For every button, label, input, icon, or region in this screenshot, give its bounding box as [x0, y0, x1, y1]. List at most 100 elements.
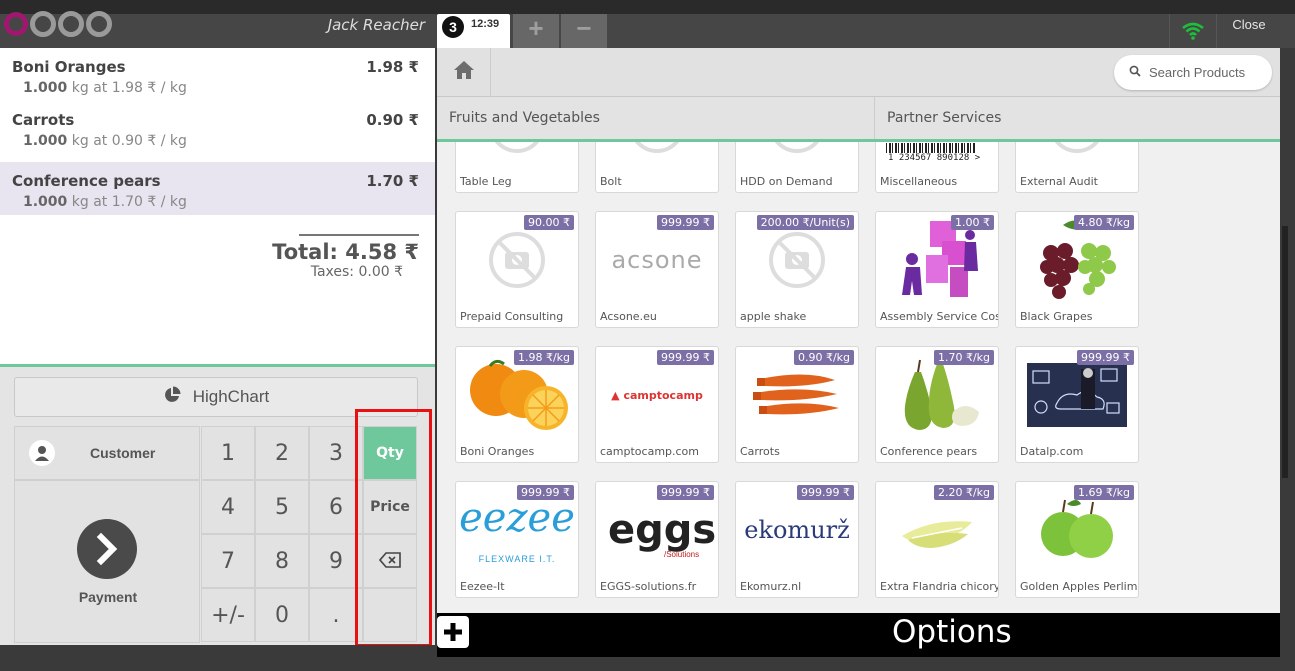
category-fruits-and-vegetables[interactable]: Fruits and Vegetables [437, 97, 874, 139]
search-input[interactable] [1149, 65, 1269, 80]
product-card[interactable]: Bolt [595, 142, 719, 193]
product-price-tag: 999.99 ₹ [797, 485, 854, 500]
product-card[interactable]: 999.99 ₹ Datalp.com [1015, 346, 1139, 463]
pos-app: Jack Reacher 3 12:39 + − Close Boni Oran… [0, 0, 1295, 671]
product-name: Carrots [740, 445, 780, 458]
order-line-detail: kg at 1.70 ₹ / kg [71, 194, 187, 210]
product-card[interactable]: 4.80 ₹/kg Black Grapes [1015, 211, 1139, 328]
product-card[interactable]: 1.00 ₹ Assembly Service Cost [875, 211, 999, 328]
order-line[interactable]: Boni Oranges 1.98 ₹ 1.000 kg at 1.98 ₹ /… [0, 48, 435, 101]
product-name: Table Leg [460, 175, 512, 188]
product-price-tag: 2.20 ₹/kg [933, 485, 994, 500]
scrollbar-thumb[interactable] [1282, 226, 1288, 478]
customer-button[interactable]: Customer [14, 426, 200, 480]
product-card[interactable]: 200.00 ₹/Unit(s) apple shake [735, 211, 859, 328]
product-name: Datalp.com [1020, 445, 1084, 458]
payment-label: Payment [78, 589, 138, 605]
product-name: Assembly Service Cost [880, 310, 999, 323]
product-card[interactable]: 1.70 ₹/kg Conference pears [875, 346, 999, 463]
product-card[interactable]: acsone 999.99 ₹ Acsone.eu [595, 211, 719, 328]
remove-order-button[interactable]: − [561, 14, 607, 48]
numpad-key-4[interactable]: 4 [201, 480, 255, 534]
order-taxes: Taxes: 0.00 ₹ [310, 264, 403, 280]
bottom-bar [0, 645, 437, 671]
numpad-key-1[interactable]: 1 [201, 426, 255, 480]
numpad-key-5[interactable]: 5 [255, 480, 309, 534]
product-card[interactable]: 2.20 ₹/kg Extra Flandria chicory [875, 481, 999, 598]
product-name: Ekomurz.nl [740, 580, 802, 593]
product-card[interactable]: 0.90 ₹/kg Carrots [735, 346, 859, 463]
product-price-tag: 1.98 ₹/kg [513, 350, 574, 365]
order-line[interactable]: Carrots 0.90 ₹ 1.000 kg at 0.90 ₹ / kg [0, 101, 435, 154]
order-line-price: 0.90 ₹ [366, 111, 419, 129]
numpad-key-2[interactable]: 2 [255, 426, 309, 480]
product-name: Prepaid Consulting [460, 310, 564, 323]
product-card[interactable]: Table Leg [455, 142, 579, 193]
order-line-detail: kg at 0.90 ₹ / kg [71, 133, 187, 149]
no-image-icon [738, 142, 856, 171]
product-name: Conference pears [880, 445, 978, 458]
product-card[interactable]: External Audit [1015, 142, 1139, 193]
product-card[interactable]: eezee FLEXWARE I.T. 999.99 ₹ Eezee-It [455, 481, 579, 598]
category-bar: Fruits and Vegetables Partner Services [437, 97, 1280, 142]
no-image-icon [1018, 142, 1136, 171]
product-price-tag: 200.00 ₹/Unit(s) [756, 215, 854, 230]
order-tab[interactable]: 3 12:39 [437, 14, 510, 48]
product-card[interactable]: 90.00 ₹ Prepaid Consulting [455, 211, 579, 328]
no-image-icon [458, 142, 576, 171]
product-price-tag: 999.99 ₹ [657, 215, 714, 230]
numpad-key-0[interactable]: 0 [255, 588, 309, 642]
category-partner-services[interactable]: Partner Services [874, 97, 1280, 139]
product-card[interactable]: ekomurž 999.99 ₹ Ekomurz.nl [735, 481, 859, 598]
no-image-icon [598, 142, 716, 171]
pie-chart-icon [163, 386, 181, 409]
home-icon [453, 60, 475, 85]
numpad-key-7[interactable]: 7 [201, 534, 255, 588]
numpad-key-sign[interactable]: +/- [201, 588, 255, 642]
order-line-price: 1.98 ₹ [366, 58, 419, 76]
product-card[interactable]: HDD on Demand [735, 142, 859, 193]
product-name: apple shake [740, 310, 807, 323]
plus-icon[interactable] [437, 616, 469, 648]
product-name: Eezee-It [460, 580, 505, 593]
product-name: Bolt [600, 175, 622, 188]
order-line-selected[interactable]: Conference pears 1.70 ₹ 1.000 kg at 1.70… [0, 162, 435, 215]
payment-button[interactable]: Payment [14, 480, 200, 643]
cashier-name[interactable]: Jack Reacher [300, 16, 425, 34]
barcode-image: 1 234567 890128 > [878, 142, 996, 171]
order-line-qty: 1.000 [23, 80, 68, 96]
product-price-tag: 999.99 ₹ [657, 350, 714, 365]
product-name: HDD on Demand [740, 175, 833, 188]
product-name: Acsone.eu [600, 310, 657, 323]
user-icon [29, 440, 55, 466]
order-line-qty: 1.000 [23, 194, 68, 210]
product-card[interactable]: eggs /Solutions 999.99 ₹ EGGS-solutions.… [595, 481, 719, 598]
barcode-text: 1 234567 890128 > [888, 153, 981, 163]
options-label[interactable]: Options [892, 614, 1012, 650]
product-card[interactable]: 1.69 ₹/kg Golden Apples Perlim [1015, 481, 1139, 598]
search-icon [1129, 64, 1141, 82]
home-button[interactable] [437, 48, 491, 97]
numpad-key-8[interactable]: 8 [255, 534, 309, 588]
search-box[interactable] [1114, 55, 1272, 90]
product-name: Extra Flandria chicory [880, 580, 999, 593]
wifi-icon[interactable] [1169, 14, 1217, 48]
highchart-label: HighChart [192, 387, 270, 406]
product-price-tag: 1.69 ₹/kg [1073, 485, 1134, 500]
scrollbar[interactable] [1280, 48, 1295, 657]
product-name: camptocamp.com [600, 445, 700, 458]
close-button[interactable]: Close [1218, 14, 1280, 48]
product-card[interactable]: 1.98 ₹/kg Boni Oranges [455, 346, 579, 463]
product-card[interactable]: 1 234567 890128 > Miscellaneous [875, 142, 999, 193]
order-line-info: 1.000 kg at 1.98 ₹ / kg [23, 80, 187, 96]
product-name: EGGS-solutions.fr [600, 580, 697, 593]
customer-label: Customer [90, 445, 156, 461]
product-price-tag: 90.00 ₹ [524, 215, 574, 230]
product-price-tag: 0.90 ₹/kg [793, 350, 854, 365]
order-line-name: Boni Oranges [12, 58, 126, 76]
add-order-button[interactable]: + [513, 14, 559, 48]
order-summary: Total: 4.58 ₹ Taxes: 0.00 ₹ [272, 234, 419, 280]
order-line-qty: 1.000 [23, 133, 68, 149]
product-name: Miscellaneous [880, 175, 958, 188]
product-card[interactable]: ▲ camptocamp 999.99 ₹ camptocamp.com [595, 346, 719, 463]
